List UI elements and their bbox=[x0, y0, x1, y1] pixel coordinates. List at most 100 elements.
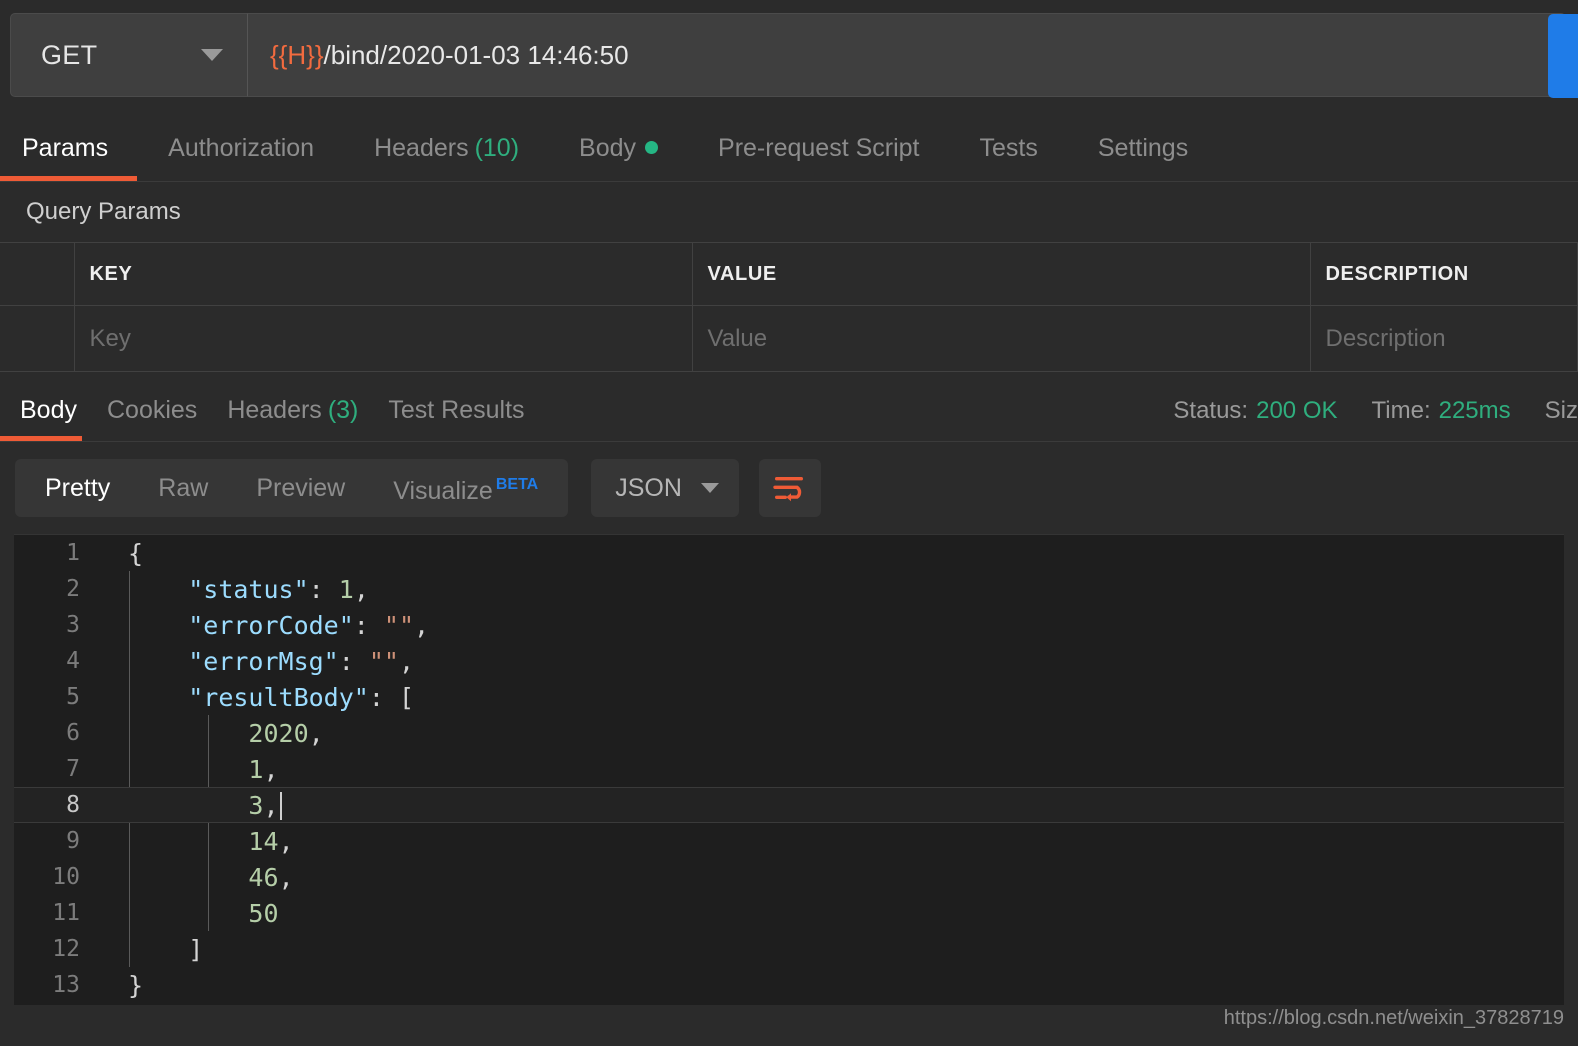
segment-visualize[interactable]: Visualize BETA bbox=[369, 456, 562, 520]
code-line-text: "resultBody": [ bbox=[188, 682, 415, 712]
tab-params[interactable]: Params bbox=[22, 134, 108, 181]
url-input[interactable]: {{H}}/bind/2020-01-03 14:46:50 bbox=[248, 13, 1566, 97]
send-button[interactable] bbox=[1548, 14, 1578, 98]
status-badge: 200 OK bbox=[1256, 397, 1338, 424]
code-line-text: 2020, bbox=[248, 718, 324, 748]
segment-pretty[interactable]: Pretty bbox=[21, 459, 134, 517]
line-number: 11 bbox=[52, 900, 80, 926]
response-meta: Status: 200 OK Time: 225ms Siz bbox=[1139, 397, 1578, 425]
tab-pre-request-script-label: Pre-request Script bbox=[718, 134, 920, 162]
code-line-text: { bbox=[128, 538, 144, 568]
code-line-text: 50 bbox=[248, 898, 279, 928]
size-label-truncated: Siz bbox=[1544, 397, 1578, 424]
response-tab-body-label: Body bbox=[20, 396, 77, 424]
line-number: 7 bbox=[66, 756, 80, 782]
watermark: https://blog.csdn.net/weixin_37828719 bbox=[1223, 1007, 1564, 1029]
code-line: 11 50 bbox=[14, 895, 1564, 931]
line-number: 2 bbox=[66, 576, 80, 602]
beta-badge: BETA bbox=[495, 476, 539, 493]
code-line: 4 "errorMsg": "", bbox=[14, 643, 1564, 679]
response-tab-body[interactable]: Body bbox=[20, 396, 77, 441]
line-number: 12 bbox=[52, 936, 80, 962]
chevron-down-icon bbox=[201, 49, 223, 61]
code-line: 1{ bbox=[14, 535, 1564, 571]
response-tab-cookies[interactable]: Cookies bbox=[107, 396, 197, 441]
word-wrap-toggle[interactable] bbox=[759, 459, 822, 517]
word-wrap-icon bbox=[773, 477, 804, 502]
line-number: 8 bbox=[66, 792, 80, 818]
tab-settings-label: Settings bbox=[1097, 134, 1189, 162]
response-format-value: JSON bbox=[615, 473, 682, 502]
query-params-title: Query Params bbox=[26, 198, 181, 225]
segment-visualize-label: Visualize bbox=[393, 477, 493, 505]
response-tab-test-results[interactable]: Test Results bbox=[388, 396, 524, 441]
http-method-label: GET bbox=[41, 39, 98, 70]
tab-headers-label: Headers bbox=[374, 134, 469, 162]
url-path: /bind/2020-01-03 14:46:50 bbox=[323, 39, 629, 70]
line-number: 3 bbox=[66, 612, 80, 638]
code-line: 5 "resultBody": [ bbox=[14, 679, 1564, 715]
response-format-dropdown[interactable]: JSON bbox=[591, 459, 740, 517]
code-line: 8 3, bbox=[14, 787, 1564, 823]
table-header-row: KEY VALUE DESCRIPTION bbox=[0, 242, 1578, 306]
row-checkbox-cell[interactable] bbox=[0, 305, 75, 372]
code-line: 2 "status": 1, bbox=[14, 571, 1564, 607]
code-line-text: 1, bbox=[248, 754, 279, 784]
code-line: 9 14, bbox=[14, 823, 1564, 859]
chevron-down-icon bbox=[701, 483, 720, 493]
tab-body[interactable]: Body bbox=[579, 134, 659, 181]
response-tab-headers-label: Headers bbox=[227, 396, 322, 424]
segment-preview-label: Preview bbox=[256, 474, 346, 502]
tab-authorization[interactable]: Authorization bbox=[168, 134, 314, 181]
tab-settings[interactable]: Settings bbox=[1098, 134, 1188, 181]
line-number: 6 bbox=[66, 720, 80, 746]
segment-raw-label: Raw bbox=[158, 474, 209, 502]
time-value: 225ms bbox=[1438, 397, 1511, 424]
line-number: 13 bbox=[52, 972, 80, 998]
line-number: 9 bbox=[66, 828, 80, 854]
segment-preview[interactable]: Preview bbox=[232, 459, 369, 517]
body-present-dot-icon bbox=[645, 141, 659, 154]
response-tab-bar: Body Cookies Headers (3) Test Results Sta… bbox=[0, 372, 1578, 442]
response-tab-test-results-label: Test Results bbox=[388, 396, 525, 424]
http-method-dropdown[interactable]: GET bbox=[10, 13, 248, 97]
code-line-text: "errorCode": "", bbox=[188, 610, 430, 640]
code-line: 6 2020, bbox=[14, 715, 1564, 751]
code-line-text: "errorMsg": "", bbox=[188, 646, 415, 676]
response-view-toolbar: Pretty Raw Preview Visualize BETA JSON bbox=[0, 442, 1578, 534]
query-params-header: Query Params bbox=[0, 182, 1578, 242]
response-tab-headers[interactable]: Headers (3) bbox=[227, 396, 358, 441]
tab-headers[interactable]: Headers (10) bbox=[374, 134, 519, 181]
segment-raw[interactable]: Raw bbox=[134, 459, 232, 517]
code-line-text: "status": 1, bbox=[188, 574, 369, 604]
response-format-segments: Pretty Raw Preview Visualize BETA bbox=[15, 456, 569, 520]
code-line: 13} bbox=[14, 967, 1564, 1003]
key-input[interactable]: Key bbox=[74, 305, 693, 372]
line-number: 1 bbox=[66, 540, 80, 566]
line-number: 5 bbox=[66, 684, 80, 710]
code-line-text: 46, bbox=[248, 862, 294, 892]
status-label: Status: bbox=[1173, 397, 1249, 424]
description-input[interactable]: Description bbox=[1310, 305, 1578, 372]
column-header-key: KEY bbox=[74, 242, 693, 306]
response-active-tab-indicator bbox=[0, 436, 82, 441]
tab-tests-label: Tests bbox=[979, 134, 1038, 162]
column-header-description: DESCRIPTION bbox=[1310, 242, 1578, 306]
tab-tests[interactable]: Tests bbox=[980, 134, 1038, 181]
tab-params-label: Params bbox=[22, 134, 109, 162]
response-tab-cookies-label: Cookies bbox=[106, 396, 198, 424]
segment-pretty-label: Pretty bbox=[45, 474, 111, 502]
response-body-code-viewer[interactable]: 1{2 "status": 1, 3 "errorCode": "", 4 "err… bbox=[14, 534, 1564, 1005]
tab-pre-request-script[interactable]: Pre-request Script bbox=[718, 134, 919, 181]
table-row: Key Value Description bbox=[0, 305, 1578, 372]
code-line: 12 ] bbox=[14, 931, 1564, 967]
code-line: 10 46, bbox=[14, 859, 1564, 895]
code-lines: 1{2 "status": 1, 3 "errorCode": "", 4 "err… bbox=[14, 535, 1564, 1003]
value-input[interactable]: Value bbox=[692, 305, 1311, 372]
request-url-bar: GET {{H}}/bind/2020-01-03 14:46:50 bbox=[0, 0, 1578, 110]
url-variable: {{H}} bbox=[270, 39, 324, 70]
url-text: {{H}}/bind/2020-01-03 14:46:50 bbox=[270, 40, 629, 71]
tab-authorization-label: Authorization bbox=[168, 134, 315, 162]
line-number: 10 bbox=[52, 864, 80, 890]
code-line-text: } bbox=[128, 970, 144, 1000]
